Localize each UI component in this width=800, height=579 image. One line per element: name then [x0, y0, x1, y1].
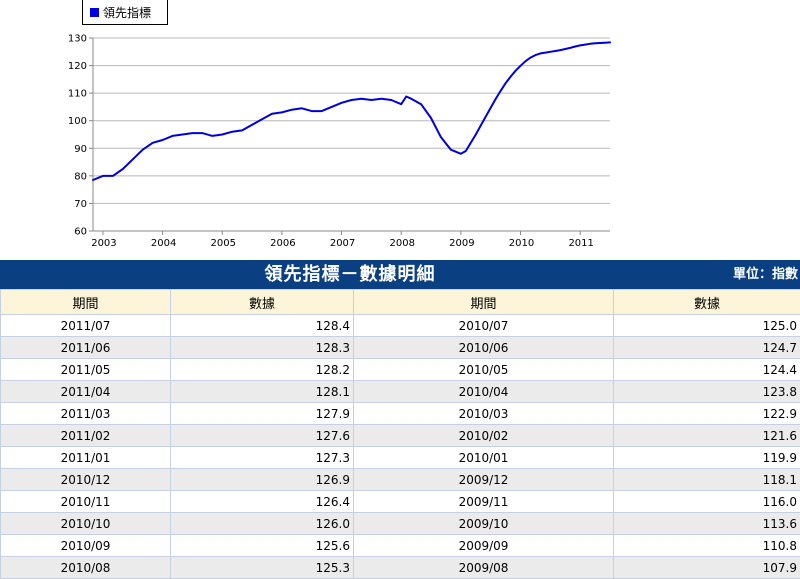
period-cell: 2011/06 — [1, 337, 171, 359]
period-cell: 2010/12 — [1, 469, 171, 491]
y-tick-label: 90 — [74, 144, 87, 155]
period-cell: 2011/07 — [1, 315, 171, 337]
value-cell: 113.6 — [614, 513, 800, 535]
value-cell: 125.3 — [171, 557, 354, 579]
table-row: 2011/07128.42010/07125.0 — [1, 315, 800, 337]
line-chart: 60 70 80 90 100 110 120 130 2003 2004 2005 2006 2007… — [0, 0, 800, 260]
value-cell: 125.6 — [171, 535, 354, 557]
y-tick-label: 70 — [74, 199, 87, 210]
chart-legend: 領先指標 — [82, 0, 168, 25]
table-row: 2011/01127.32010/01119.9 — [1, 447, 800, 469]
period-cell: 2011/05 — [1, 359, 171, 381]
x-tick-label: 2006 — [270, 238, 295, 249]
table-row: 2011/03127.92010/03122.9 — [1, 403, 800, 425]
period-cell: 2009/09 — [354, 535, 614, 557]
header-period-2: 期間 — [354, 290, 614, 315]
x-tick-label: 2010 — [509, 238, 534, 249]
value-cell: 119.9 — [614, 447, 800, 469]
legend-label: 領先指標 — [103, 4, 151, 21]
table-body: 2011/07128.42010/07125.02011/06128.32010… — [1, 315, 800, 579]
x-tick-label: 2011 — [568, 238, 593, 249]
value-cell: 107.9 — [614, 557, 800, 579]
value-cell: 127.3 — [171, 447, 354, 469]
table-row: 2010/08125.32009/08107.9 — [1, 557, 800, 579]
period-cell: 2011/03 — [1, 403, 171, 425]
x-tick-label: 2007 — [330, 238, 355, 249]
header-period-1: 期間 — [1, 290, 171, 315]
table-row: 2011/06128.32010/06124.7 — [1, 337, 800, 359]
period-cell: 2010/08 — [1, 557, 171, 579]
y-tick-label: 100 — [68, 116, 87, 127]
table-row: 2011/02127.62010/02121.6 — [1, 425, 800, 447]
table-row: 2010/09125.62009/09110.8 — [1, 535, 800, 557]
value-cell: 121.6 — [614, 425, 800, 447]
header-value-2: 數據 — [614, 290, 800, 315]
period-cell: 2010/01 — [354, 447, 614, 469]
period-cell: 2010/04 — [354, 381, 614, 403]
period-cell: 2011/01 — [1, 447, 171, 469]
value-cell: 126.9 — [171, 469, 354, 491]
value-cell: 124.4 — [614, 359, 800, 381]
value-cell: 118.1 — [614, 469, 800, 491]
table-row: 2010/10126.02009/10113.6 — [1, 513, 800, 535]
period-cell: 2009/10 — [354, 513, 614, 535]
x-tick-label: 2008 — [389, 238, 414, 249]
table-row: 2010/11126.42009/11116.0 — [1, 491, 800, 513]
unit-label: 單位：指數 — [733, 260, 798, 289]
y-tick-label: 80 — [74, 171, 87, 182]
value-cell: 116.0 — [614, 491, 800, 513]
y-tick-label: 130 — [68, 34, 87, 45]
series-line-0 — [93, 42, 610, 180]
y-tick-label: 120 — [68, 61, 87, 72]
value-cell: 124.7 — [614, 337, 800, 359]
chart-area: 60 70 80 90 100 110 120 130 2003 2004 2005 2006 2007… — [0, 0, 800, 260]
x-tick-label: 2004 — [151, 238, 176, 249]
period-cell: 2010/11 — [1, 491, 171, 513]
value-cell: 125.0 — [614, 315, 800, 337]
table-row: 2011/04128.12010/04123.8 — [1, 381, 800, 403]
y-tick-label: 110 — [68, 89, 87, 100]
table-row: 2011/05128.22010/05124.4 — [1, 359, 800, 381]
period-cell: 2010/05 — [354, 359, 614, 381]
value-cell: 128.1 — [171, 381, 354, 403]
value-cell: 110.8 — [614, 535, 800, 557]
x-tick-label: 2009 — [449, 238, 474, 249]
period-cell: 2010/07 — [354, 315, 614, 337]
period-cell: 2010/10 — [1, 513, 171, 535]
value-cell: 122.9 — [614, 403, 800, 425]
period-cell: 2010/06 — [354, 337, 614, 359]
value-cell: 127.9 — [171, 403, 354, 425]
value-cell: 128.4 — [171, 315, 354, 337]
value-cell: 123.8 — [614, 381, 800, 403]
table-row: 2010/12126.92009/12118.1 — [1, 469, 800, 491]
table-title: 領先指標－數據明細 — [0, 260, 700, 289]
value-cell: 126.0 — [171, 513, 354, 535]
period-cell: 2010/09 — [1, 535, 171, 557]
table-header-row: 期間 數據 期間 數據 — [1, 290, 800, 315]
value-cell: 126.4 — [171, 491, 354, 513]
x-tick-label: 2005 — [211, 238, 236, 249]
period-cell: 2010/03 — [354, 403, 614, 425]
period-cell: 2010/02 — [354, 425, 614, 447]
period-cell: 2009/08 — [354, 557, 614, 579]
value-cell: 127.6 — [171, 425, 354, 447]
period-cell: 2009/11 — [354, 491, 614, 513]
value-cell: 128.2 — [171, 359, 354, 381]
period-cell: 2011/04 — [1, 381, 171, 403]
legend-swatch — [90, 8, 99, 17]
header-value-1: 數據 — [171, 290, 354, 315]
value-cell: 128.3 — [171, 337, 354, 359]
y-tick-label: 60 — [74, 227, 87, 238]
period-cell: 2011/02 — [1, 425, 171, 447]
period-cell: 2009/12 — [354, 469, 614, 491]
x-tick-label: 2003 — [91, 238, 116, 249]
table-title-bar: 領先指標－數據明細 單位：指數 — [0, 260, 800, 289]
data-table: 期間 數據 期間 數據 2011/07128.42010/07125.02011… — [0, 289, 800, 579]
